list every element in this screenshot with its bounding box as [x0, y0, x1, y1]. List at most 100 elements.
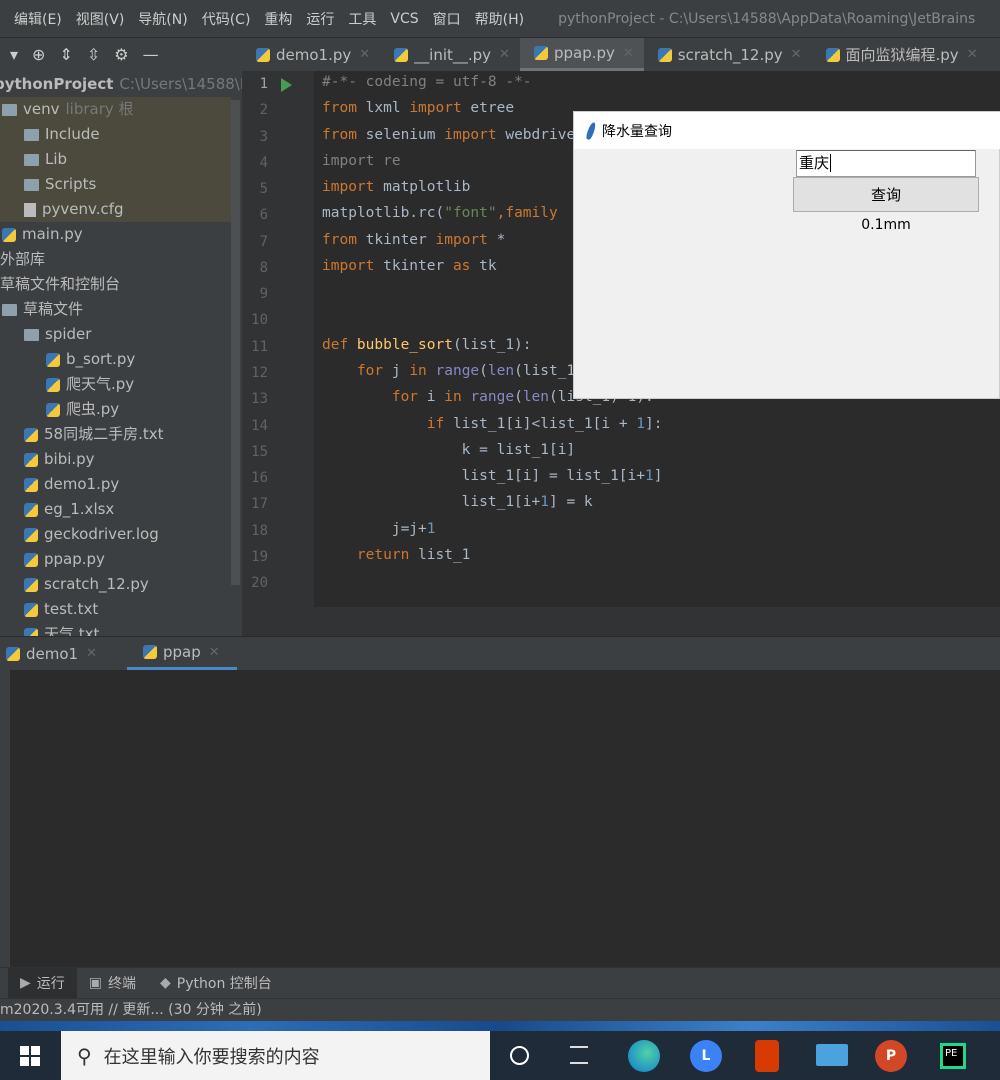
- windows-start-icon[interactable]: [20, 1046, 40, 1066]
- tree-item[interactable]: 爬虫.py: [0, 397, 231, 422]
- tree-item[interactable]: 爬天气.py: [0, 372, 231, 397]
- tree-item[interactable]: eg_1.xlsx: [0, 497, 231, 522]
- tree-item[interactable]: 58同城二手房.txt: [0, 422, 231, 447]
- project-root[interactable]: pythonProject C:\Users\14588\Py: [0, 72, 242, 97]
- remote-desktop-icon[interactable]: [816, 1044, 848, 1066]
- hide-icon[interactable]: —: [143, 45, 159, 64]
- tree-item[interactable]: demo1.py: [0, 472, 231, 497]
- line-number: 1: [259, 76, 268, 92]
- run-tab[interactable]: ppap ✕: [127, 637, 237, 670]
- code-token: from: [322, 126, 366, 143]
- task-view-icon[interactable]: [570, 1046, 588, 1064]
- office-icon[interactable]: [755, 1040, 779, 1072]
- tool-tab[interactable]: ◆ Python 控制台: [148, 968, 284, 998]
- tree-item-label: 外部库: [0, 250, 46, 268]
- tree-item[interactable]: test.txt: [0, 597, 231, 622]
- close-icon[interactable]: ✕: [359, 47, 370, 62]
- menu-item[interactable]: VCS: [390, 11, 418, 27]
- tree-item-label: eg_1.xlsx: [44, 500, 115, 518]
- editor-tab[interactable]: scratch_12.py ✕: [644, 38, 812, 71]
- run-console[interactable]: [0, 670, 1000, 967]
- close-icon[interactable]: ✕: [499, 47, 510, 62]
- run-icon: ▶: [20, 975, 31, 991]
- query-button[interactable]: 查询: [793, 177, 979, 212]
- code-token: in: [409, 362, 436, 379]
- tree-item[interactable]: pyvenv.cfg: [0, 197, 231, 222]
- edge-icon[interactable]: [628, 1040, 660, 1072]
- editor-tab[interactable]: __init__.py ✕: [380, 38, 520, 71]
- line-number: 15: [251, 443, 268, 460]
- menu-item[interactable]: 工具: [348, 9, 376, 29]
- menu-item[interactable]: 代码(C): [202, 9, 251, 29]
- search-placeholder: 在这里输入你要搜索的内容: [103, 1046, 320, 1068]
- code-token: tkinter: [365, 231, 436, 248]
- powerpoint-icon[interactable]: P: [875, 1040, 907, 1072]
- run-tab[interactable]: demo1 ✕: [0, 637, 107, 670]
- dropdown-icon[interactable]: ▾: [10, 45, 18, 64]
- editor-tab[interactable]: 面向监狱编程.py ✕: [812, 38, 988, 71]
- tree-item-label: 草稿文件和控制台: [0, 275, 121, 293]
- menu-item[interactable]: 视图(V): [76, 9, 125, 29]
- tab-label: scratch_12.py: [677, 45, 783, 64]
- tree-item[interactable]: scratch_12.py: [0, 572, 231, 597]
- project-tree: pythonProject C:\Users\14588\Py venv libra…: [0, 71, 242, 636]
- close-icon[interactable]: ✕: [86, 646, 97, 661]
- tree-item[interactable]: 草稿文件和控制台: [0, 272, 231, 297]
- collapse-all-icon[interactable]: ⇳: [87, 45, 100, 64]
- tool-tab[interactable]: ▶ 运行: [8, 968, 77, 998]
- editor-scrollbar[interactable]: [242, 607, 1000, 636]
- code-token: len: [522, 389, 550, 406]
- dialog-titlebar[interactable]: 降水量查询: [574, 112, 1000, 149]
- menu-item[interactable]: 窗口: [433, 9, 461, 29]
- file-icon: [2, 227, 16, 242]
- code-token: j: [391, 362, 410, 379]
- tool-tab[interactable]: ▣ 终端: [77, 968, 148, 998]
- menu-item[interactable]: 运行: [306, 9, 334, 29]
- pycharm-icon[interactable]: PE: [940, 1043, 966, 1069]
- tree-item[interactable]: Scripts: [0, 172, 231, 197]
- taskbar-search[interactable]: ⚲ 在这里输入你要搜索的内容: [61, 1031, 490, 1080]
- menu-item[interactable]: 帮助(H): [475, 9, 524, 29]
- tree-item[interactable]: Include: [0, 122, 231, 147]
- close-icon[interactable]: ✕: [623, 46, 634, 61]
- tree-item[interactable]: 草稿文件: [0, 297, 231, 322]
- tree-item[interactable]: ppap.py: [0, 547, 231, 572]
- run-gutter-icon[interactable]: [281, 78, 292, 92]
- run-tabs: demo1 ✕ ppap ✕: [0, 637, 1000, 670]
- code-token: *: [496, 231, 506, 248]
- tree-item[interactable]: geckodriver.log: [0, 522, 231, 547]
- tree-item[interactable]: 外部库: [0, 247, 231, 272]
- menu-item[interactable]: 重构: [264, 9, 292, 29]
- close-icon[interactable]: ✕: [967, 47, 978, 62]
- lark-icon[interactable]: L: [690, 1040, 722, 1072]
- code-token: from: [322, 100, 366, 117]
- tree-item[interactable]: venv library 根: [0, 97, 231, 122]
- editor-tab[interactable]: ppap.py ✕: [519, 38, 644, 71]
- close-icon[interactable]: ✕: [791, 47, 802, 62]
- menu-item[interactable]: 编辑(E): [14, 9, 62, 29]
- file-icon: [24, 477, 38, 492]
- tree-item-label: Lib: [45, 150, 68, 168]
- expand-all-icon[interactable]: ⇕: [59, 45, 72, 64]
- tree-item[interactable]: bibi.py: [0, 447, 231, 472]
- cortana-icon[interactable]: [510, 1046, 529, 1065]
- code-token: matplotlib: [383, 179, 471, 196]
- python-icon: ◆: [160, 975, 171, 991]
- tree-item[interactable]: b_sort.py: [0, 347, 231, 372]
- gear-icon[interactable]: ⚙: [114, 45, 128, 64]
- code-token: tk: [479, 257, 497, 274]
- tree-item[interactable]: spider: [0, 322, 231, 347]
- code-line: import re: [322, 153, 401, 169]
- tree-item-label: test.txt: [44, 600, 99, 618]
- tree-item[interactable]: main.py: [0, 222, 231, 247]
- tree-item[interactable]: Lib: [0, 147, 231, 172]
- tree-item[interactable]: 天气.txt: [0, 622, 231, 636]
- editor-tab[interactable]: demo1.py ✕: [242, 38, 380, 71]
- code-token: len: [487, 362, 515, 379]
- code-token: "font": [444, 205, 497, 222]
- tree-item-label: main.py: [22, 225, 83, 243]
- city-input[interactable]: 重庆: [796, 150, 976, 177]
- close-icon[interactable]: ✕: [209, 645, 220, 660]
- menu-item[interactable]: 导航(N): [138, 9, 187, 29]
- locate-icon[interactable]: ⊕: [32, 45, 45, 64]
